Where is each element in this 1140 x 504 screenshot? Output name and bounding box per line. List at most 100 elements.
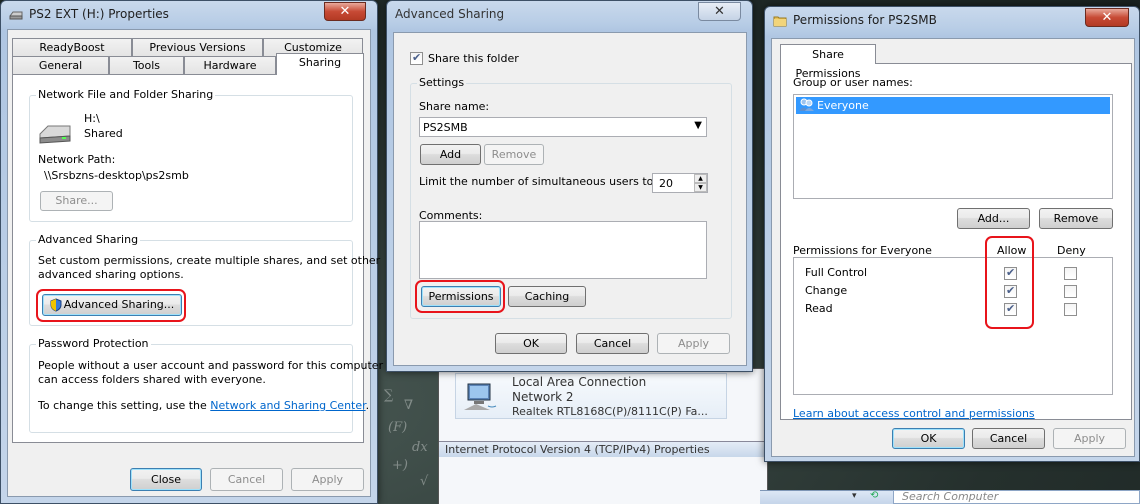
close-icon[interactable]: ✕ — [1085, 8, 1129, 27]
ok-button[interactable]: OK — [495, 333, 567, 354]
password-protection-heading: Password Protection — [36, 337, 151, 350]
dropdown-arrow-icon: ▼ — [694, 120, 702, 131]
password-protection-prefix: To change this setting, use the — [38, 399, 211, 412]
remove-share-button[interactable]: Remove — [484, 144, 544, 165]
ipv4-properties-titlebar: Internet Protocol Version 4 (TCP/IPv4) P… — [439, 441, 769, 457]
learn-about-permissions-link[interactable]: Learn about access control and permissio… — [793, 407, 1035, 420]
properties-client-area: ReadyBoost Previous Versions Customize G… — [7, 29, 383, 497]
permissions-table: Full Control Change Read — [793, 257, 1113, 395]
cancel-button[interactable]: Cancel — [576, 333, 649, 354]
dropdown-arrow-icon[interactable]: ▾ — [852, 491, 857, 501]
network-adapter-item[interactable]: Local Area Connection Network 2 Realtek … — [455, 373, 727, 419]
permissions-window: Permissions for PS2SMB ✕ Share Permissio… — [764, 6, 1140, 462]
chalk-mark: dx — [412, 440, 428, 455]
ok-button[interactable]: OK — [892, 428, 965, 449]
chalk-mark: +) — [392, 458, 408, 473]
tab-readyboost[interactable]: ReadyBoost — [12, 38, 132, 57]
users-group-icon — [799, 98, 815, 112]
share-button[interactable]: Share... — [40, 191, 113, 211]
add-share-button[interactable]: Add — [420, 144, 481, 165]
share-this-folder-checkbox[interactable] — [410, 51, 423, 65]
password-protection-group: Password Protection People without a use… — [29, 337, 383, 433]
highlight-annotation — [985, 236, 1034, 329]
remove-user-button[interactable]: Remove — [1039, 208, 1113, 229]
advanced-sharing-description: Set custom permissions, create multiple … — [38, 254, 381, 267]
tab-sharing[interactable]: Sharing — [276, 53, 364, 75]
advanced-sharing-heading: Advanced Sharing — [36, 233, 141, 246]
network-adapter-name: Local Area Connection — [512, 375, 647, 389]
advanced-sharing-group: Advanced Sharing Set custom permissions,… — [29, 233, 380, 326]
chalk-mark: ∑ — [384, 388, 394, 403]
tab-tools[interactable]: Tools — [109, 56, 184, 75]
network-path-label: Network Path: — [38, 153, 116, 166]
hard-drive-icon — [38, 122, 72, 144]
highlight-annotation — [36, 289, 186, 322]
cancel-button[interactable]: Cancel — [972, 428, 1045, 449]
user-list[interactable]: Everyone — [793, 94, 1113, 199]
ipv4-properties-title: Internet Protocol Version 4 (TCP/IPv4) P… — [445, 443, 710, 456]
add-user-button[interactable]: Add... — [957, 208, 1030, 229]
network-path-value: \\Srsbzns-desktop\ps2smb — [44, 169, 189, 182]
permission-name: Read — [805, 302, 833, 315]
chalk-mark: √ — [420, 474, 429, 489]
password-protection-line2: can access folders shared with everyone. — [38, 373, 266, 386]
tab-previous-versions[interactable]: Previous Versions — [132, 38, 263, 57]
apply-button[interactable]: Apply — [1053, 428, 1126, 449]
settings-group: Settings Share name: PS2SMB ▼ Add Remove… — [410, 76, 732, 319]
permissions-window-title: Permissions for PS2SMB — [793, 13, 937, 27]
share-permissions-panel: Group or user names: Everyone Add... Rem… — [780, 63, 1132, 420]
user-limit-label: Limit the number of simultaneous users t… — [419, 175, 658, 188]
refresh-icon[interactable]: ⟲ — [870, 490, 878, 501]
network-adapter-description: Realtek RTL8168C(P)/8111C(P) Fa... — [512, 405, 708, 418]
close-icon[interactable]: ✕ — [698, 2, 741, 21]
properties-window: PS2 EXT (H:) Properties ✕ ReadyBoost Pre… — [0, 0, 383, 504]
list-item[interactable]: Everyone — [796, 97, 1110, 114]
deny-read-checkbox[interactable] — [1064, 303, 1077, 316]
password-protection-line1: People without a user account and passwo… — [38, 359, 384, 372]
network-sharing-heading: Network File and Folder Sharing — [36, 88, 216, 101]
network-sharing-group: Network File and Folder Sharing H:\ Shar… — [29, 88, 353, 222]
settings-heading: Settings — [417, 76, 467, 89]
network-sharing-center-link[interactable]: Network and Sharing Center — [210, 399, 365, 412]
deny-full-control-checkbox[interactable] — [1064, 267, 1077, 280]
advanced-sharing-window: Advanced Sharing ✕ Share this folder Set… — [386, 0, 753, 372]
share-status: Shared — [84, 127, 123, 140]
share-this-folder-label: Share this folder — [428, 52, 519, 65]
stepper-up-icon[interactable]: ▲ — [694, 174, 707, 183]
apply-button[interactable]: Apply — [657, 333, 730, 354]
stepper-down-icon[interactable]: ▼ — [694, 183, 707, 192]
highlight-annotation — [415, 280, 505, 313]
tab-hardware[interactable]: Hardware — [184, 56, 276, 75]
tab-general[interactable]: General — [12, 56, 109, 75]
deny-change-checkbox[interactable] — [1064, 285, 1077, 298]
close-button[interactable]: Close — [130, 468, 202, 491]
permission-name: Full Control — [805, 266, 868, 279]
search-computer-input[interactable]: Search Computer — [893, 490, 1140, 504]
user-limit-stepper[interactable]: 20 ▲ ▼ — [652, 173, 708, 193]
permission-name: Change — [805, 284, 848, 297]
share-name-select[interactable]: PS2SMB ▼ — [419, 117, 707, 137]
properties-window-title: PS2 EXT (H:) Properties — [29, 7, 169, 21]
network-adapter-icon — [462, 380, 498, 414]
password-protection-line3: To change this setting, use the Network … — [38, 399, 369, 412]
share-name-value: PS2SMB — [423, 121, 468, 134]
user-limit-value: 20 — [659, 177, 673, 190]
permissions-client: Share Permissions Group or user names: E… — [771, 38, 1135, 457]
drive-letter: H:\ — [84, 112, 100, 125]
advanced-sharing-client: Share this folder Settings Share name: P… — [393, 32, 747, 366]
cancel-button[interactable]: Cancel — [210, 468, 283, 491]
password-protection-suffix: . — [365, 399, 370, 412]
share-name-label: Share name: — [419, 100, 490, 113]
close-icon[interactable]: ✕ — [324, 2, 366, 21]
permissions-for-label: Permissions for Everyone — [793, 244, 932, 257]
apply-button[interactable]: Apply — [291, 468, 364, 491]
comments-textarea[interactable] — [419, 221, 707, 279]
network-connections-window: Local Area Connection Network 2 Realtek … — [438, 368, 769, 504]
chalk-mark: ∇ — [404, 398, 414, 413]
advanced-sharing-description-2: advanced sharing options. — [38, 268, 184, 281]
deny-column-header: Deny — [1057, 244, 1086, 257]
user-name: Everyone — [817, 99, 869, 112]
chalk-mark: (F) — [388, 420, 408, 435]
caching-button[interactable]: Caching — [508, 286, 586, 307]
tab-share-permissions[interactable]: Share Permissions — [780, 44, 876, 80]
